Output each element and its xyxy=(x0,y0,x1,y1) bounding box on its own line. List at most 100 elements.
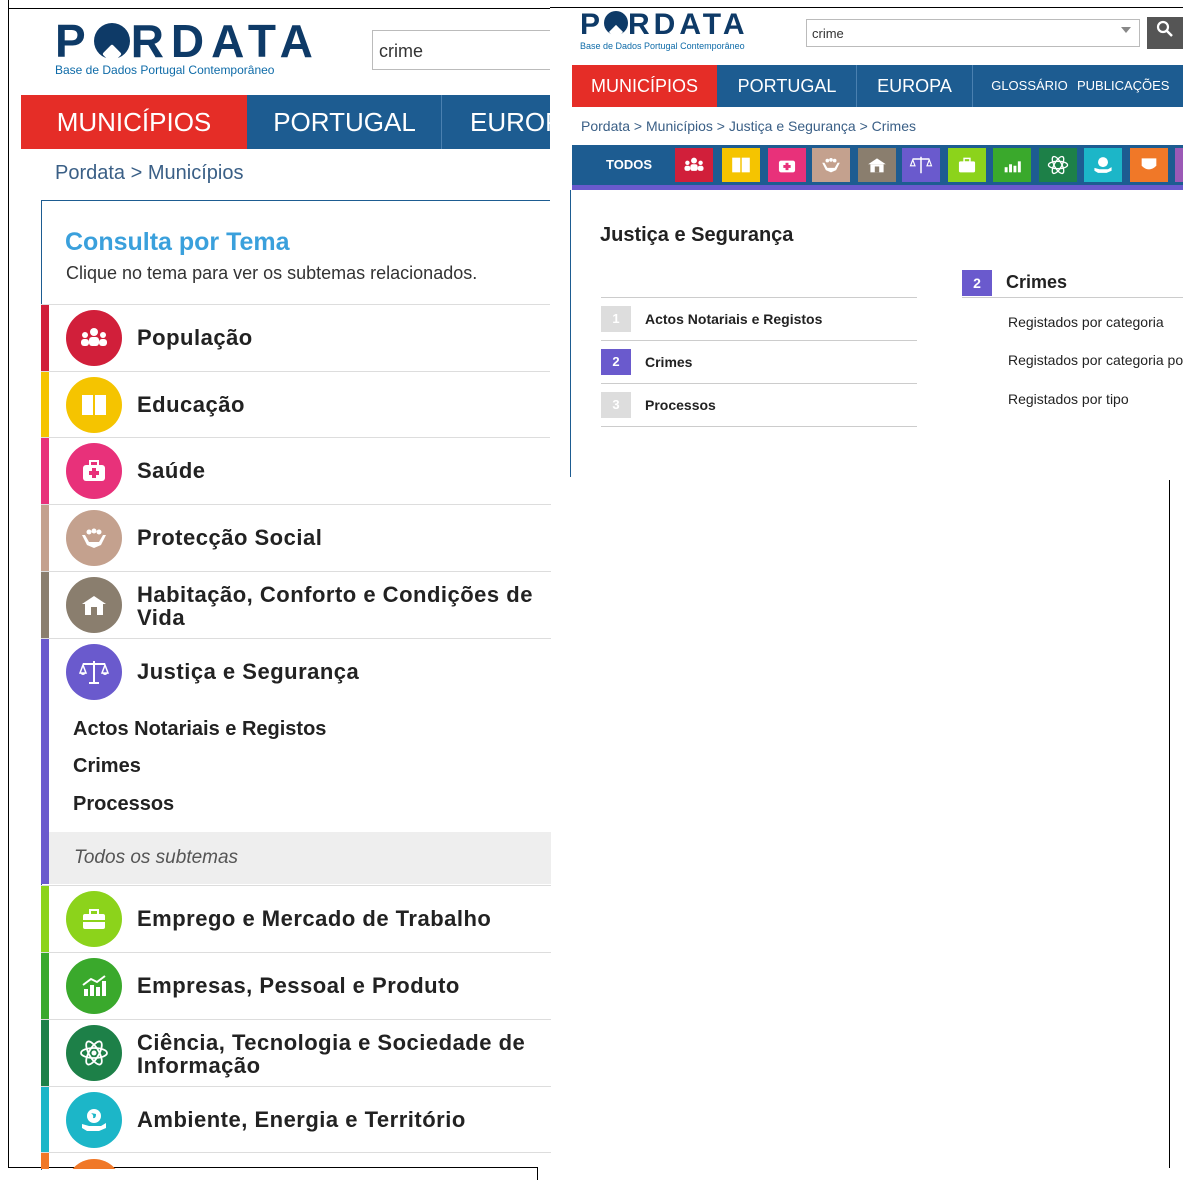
hands-icon[interactable] xyxy=(812,148,850,182)
nav-municipios[interactable]: MUNICÍPIOS xyxy=(21,95,247,149)
divider xyxy=(962,297,1183,298)
subtheme-link[interactable]: Crimes xyxy=(73,755,141,778)
todos-button[interactable]: TODOS xyxy=(584,153,674,177)
subtheme-row[interactable]: 3 Processos xyxy=(601,383,917,427)
house-icon xyxy=(66,577,122,633)
nav-europa[interactable]: EUROP xyxy=(442,95,550,149)
nav-portugal[interactable]: PORTUGAL xyxy=(718,65,856,107)
subtheme-link[interactable]: Actos Notariais e Registos xyxy=(73,718,326,741)
theme-stripe xyxy=(41,832,49,884)
logo-letter: P xyxy=(55,15,93,67)
theme-row-habitacao[interactable]: Habitação, Conforto e Condições de Vida xyxy=(41,571,551,638)
logo-letters: RDATA xyxy=(130,15,320,67)
book-icon[interactable] xyxy=(722,148,760,182)
pordata-logo[interactable]: P RDATA xyxy=(580,10,749,40)
main-nav: MUNICÍPIOS PORTUGAL EUROP xyxy=(21,95,550,149)
nav-publicacoes[interactable]: PUBLICAÇÕES xyxy=(1077,65,1183,107)
consult-title: Consulta por Tema xyxy=(65,228,290,256)
nav-portugal[interactable]: PORTUGAL xyxy=(248,95,441,149)
medical-bag-icon xyxy=(66,443,122,499)
main-nav: MUNICÍPIOS PORTUGAL EUROPA GLOSSÁRIO PUB… xyxy=(572,65,1183,107)
theme-stripe xyxy=(41,305,49,371)
subtheme-label: Processos xyxy=(645,397,716,413)
atom-icon xyxy=(66,1025,122,1081)
theme-row-ambiente[interactable]: Ambiente, Energia e Território xyxy=(41,1086,551,1153)
theme-label: Empresas, Pessoal e Produto xyxy=(137,973,460,998)
breadcrumb[interactable]: Pordata > Municípios > Justiça e Seguran… xyxy=(581,118,916,134)
all-subthemes-label: Todos os subtemas xyxy=(74,847,239,868)
panel-border xyxy=(570,190,571,477)
subtheme-label: Actos Notariais e Registos xyxy=(645,311,823,327)
subtheme-number: 3 xyxy=(601,392,631,418)
globe-hand-icon[interactable] xyxy=(1084,148,1122,182)
chart-icon xyxy=(66,958,122,1014)
chart-icon[interactable] xyxy=(993,148,1031,182)
theme-stripe xyxy=(41,953,49,1019)
search-input[interactable]: crime xyxy=(806,19,1140,47)
nav-glossario[interactable]: GLOSSÁRIO xyxy=(982,65,1077,107)
theme-row-ciencia[interactable]: Ciência, Tecnologia e Sociedade de Infor… xyxy=(41,1019,551,1086)
atom-icon[interactable] xyxy=(1039,148,1077,182)
logo-subtitle: Base de Dados Portugal Contemporâneo xyxy=(55,63,275,77)
briefcase-icon xyxy=(66,891,122,947)
scales-icon[interactable] xyxy=(902,148,940,182)
theme-stripe xyxy=(41,1020,49,1086)
detail-number: 2 xyxy=(962,270,992,296)
theme-label: Ambiente, Energia e Território xyxy=(137,1107,466,1132)
theme-stripe xyxy=(41,505,49,571)
theme-row-proteccao[interactable]: Protecção Social xyxy=(41,504,551,571)
theme-row-empresas[interactable]: Empresas, Pessoal e Produto xyxy=(41,952,551,1019)
all-subthemes-link[interactable]: Todos os subtemas xyxy=(41,832,551,884)
chevron-down-icon[interactable] xyxy=(1121,27,1131,33)
section-title: Justiça e Segurança xyxy=(600,224,794,246)
theme-stripe xyxy=(41,886,49,952)
crime-link[interactable]: Registados por categoria po xyxy=(1008,352,1183,368)
theme-row-saude[interactable]: Saúde xyxy=(41,437,551,504)
logo-subtitle: Base de Dados Portugal Contemporâneo xyxy=(580,41,745,51)
crime-link[interactable]: Registados por tipo xyxy=(1008,391,1129,407)
frame-line xyxy=(1169,478,1170,1168)
subtheme-link[interactable]: Processos xyxy=(73,793,174,816)
theme-label: Emprego e Mercado de Trabalho xyxy=(137,906,492,931)
book-icon xyxy=(66,377,122,433)
house-icon[interactable] xyxy=(858,148,896,182)
culture-icon xyxy=(66,1159,122,1169)
nav-municipios[interactable]: MUNICÍPIOS xyxy=(572,65,717,107)
logo-pin-icon xyxy=(93,23,130,59)
search-button[interactable] xyxy=(1147,17,1183,49)
briefcase-icon[interactable] xyxy=(948,148,986,182)
globe-hand-icon xyxy=(66,1092,122,1148)
subtheme-label: Crimes xyxy=(645,354,693,370)
consult-subtitle: Clique no tema para ver os subtemas rela… xyxy=(66,263,478,283)
search-input[interactable]: crime xyxy=(372,30,562,70)
hands-icon xyxy=(66,510,122,566)
scales-icon xyxy=(66,644,122,700)
population-icon[interactable] xyxy=(675,148,713,182)
logo-letters: RDATA xyxy=(628,8,749,41)
theme-row-populacao[interactable]: População xyxy=(41,304,551,371)
theme-stripe xyxy=(41,1087,49,1153)
theme-icon-partial[interactable] xyxy=(1175,148,1183,182)
theme-stripe xyxy=(41,572,49,638)
theme-row-partial[interactable] xyxy=(41,1152,551,1169)
panel-border xyxy=(41,200,551,201)
nav-separator xyxy=(972,65,973,107)
theme-stripe xyxy=(41,1153,49,1169)
subtheme-number: 1 xyxy=(601,306,631,332)
theme-stripe xyxy=(41,372,49,438)
subtheme-row[interactable]: 2 Crimes xyxy=(601,340,917,383)
nav-europa[interactable]: EUROPA xyxy=(857,65,972,107)
theme-row-emprego[interactable]: Emprego e Mercado de Trabalho xyxy=(41,885,551,952)
theme-label: Ciência, Tecnologia e Sociedade de Infor… xyxy=(137,1030,526,1078)
pordata-logo[interactable]: P RDATA xyxy=(55,18,320,64)
crime-link[interactable]: Registados por categoria xyxy=(1008,314,1164,330)
detail-title: Crimes xyxy=(1006,272,1068,292)
subtheme-row[interactable]: 1 Actos Notariais e Registos xyxy=(601,297,917,340)
theme-label: Saúde xyxy=(137,458,206,483)
culture-icon[interactable] xyxy=(1130,148,1168,182)
breadcrumb[interactable]: Pordata > Municípios xyxy=(55,162,243,185)
theme-row-educacao[interactable]: Educação xyxy=(41,371,551,438)
left-screenshot: P RDATA Base de Dados Portugal Contemporâ… xyxy=(0,0,562,1180)
medical-bag-icon[interactable] xyxy=(768,148,806,182)
theme-label: Protecção Social xyxy=(137,525,323,550)
